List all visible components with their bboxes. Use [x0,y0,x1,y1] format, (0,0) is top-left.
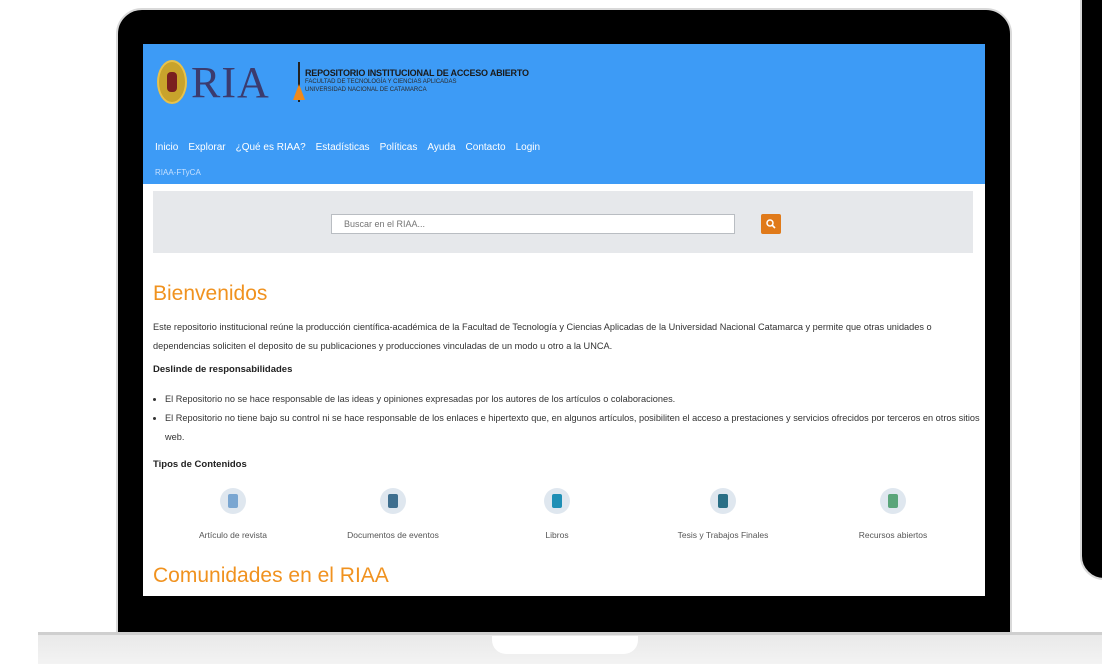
journal-article-icon [220,488,246,514]
content-type-label: Artículo de revista [198,530,268,540]
disclaimer-title: Deslinde de responsabilidades [153,364,293,375]
main-nav: Inicio Explorar ¿Qué es RIAA? Estadístic… [155,142,550,153]
search-icon [766,219,776,229]
content-type-books[interactable]: Libros [477,488,637,540]
content-type-journal-article[interactable]: Artículo de revista [153,488,313,540]
open-resources-icon [880,488,906,514]
repository-title: REPOSITORIO INSTITUCIONAL DE ACCESO ABIE… [305,68,529,78]
logo-mark[interactable]: RIA [191,60,270,106]
list-item: El Repositorio no se hace responsable de… [165,390,985,409]
nav-item-estadisticas[interactable]: Estadísticas [316,142,370,153]
content-type-label: Documentos de eventos [347,530,439,540]
open-resources-glyph [888,494,898,508]
book-glyph [552,494,562,508]
university-seal-icon [157,60,187,104]
journal-article-glyph [228,494,238,508]
content-type-label: Recursos abiertos [858,530,928,540]
content-type-open-resources[interactable]: Recursos abiertos [813,488,973,540]
content-type-label: Tesis y Trabajos Finales [677,530,769,540]
content-type-event-documents[interactable]: Documentos de eventos [313,488,473,540]
nav-item-politicas[interactable]: Políticas [380,142,418,153]
content-types: Artículo de revista Documentos de evento… [153,488,983,558]
list-item: El Repositorio no tiene bajo su control … [165,409,985,447]
laptop-screen: RIA REPOSITORIO INSTITUCIONAL DE ACCESO … [143,44,985,596]
faculty-name: FACULTAD DE TECNOLOGÍA Y CIENCIAS APLICA… [305,79,457,85]
nav-item-login[interactable]: Login [516,142,540,153]
nav-item-explorar[interactable]: Explorar [188,142,225,153]
nav-item-contacto[interactable]: Contacto [466,142,506,153]
content-type-thesis[interactable]: Tesis y Trabajos Finales [643,488,803,540]
welcome-text: Este repositorio institucional reúne la … [153,322,932,351]
event-documents-icon [380,488,406,514]
site-header: RIA REPOSITORIO INSTITUCIONAL DE ACCESO … [143,44,985,184]
search-button[interactable] [761,214,781,234]
nav-item-que-es-riaa[interactable]: ¿Qué es RIAA? [236,142,306,153]
welcome-title: Bienvenidos [153,282,268,305]
content-types-title: Tipos de Contenidos [153,459,247,470]
logo-triangle-icon [293,84,305,100]
content-type-label: Libros [545,530,569,540]
event-documents-glyph [388,494,398,508]
nav-item-inicio[interactable]: Inicio [155,142,178,153]
laptop-notch [492,636,638,654]
search-input[interactable] [331,214,735,234]
repository-name-block: REPOSITORIO INSTITUCIONAL DE ACCESO ABIE… [305,68,529,94]
communities-title: Comunidades en el RIAA [153,564,389,587]
nav-item-ayuda[interactable]: Ayuda [427,142,455,153]
disclaimer-list: El Repositorio no se hace responsable de… [153,390,985,447]
tablet-device-frame [1080,0,1102,580]
university-name: UNIVERSIDAD NACIONAL DE CATAMARCA [305,87,427,93]
breadcrumb[interactable]: RIAA-FTyCA [155,168,201,177]
book-icon [544,488,570,514]
thesis-icon [710,488,736,514]
thesis-glyph [718,494,728,508]
